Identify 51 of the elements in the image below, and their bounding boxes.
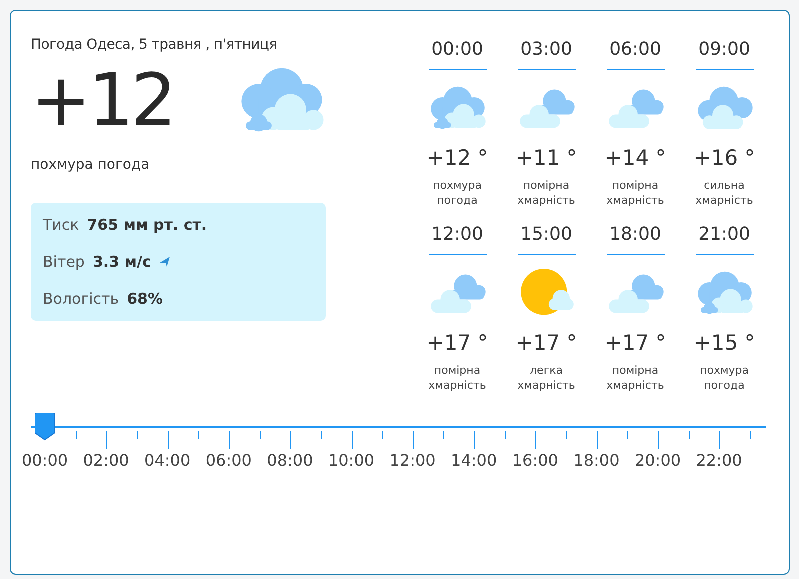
forecast-temperature: +15 ° [694, 331, 756, 355]
time-label: 20:00 [634, 451, 682, 470]
detail-value: 3.3 м/с [92, 252, 152, 273]
forecast-description: легка хмарність [516, 363, 576, 393]
detail-label: Вологість [43, 289, 120, 310]
forecast-description: помірна хмарність [516, 178, 576, 208]
time-label: 16:00 [512, 451, 558, 470]
slider-handle[interactable] [35, 413, 55, 441]
time-label: 10:00 [328, 451, 375, 470]
forecast-time: 00:00 [428, 37, 486, 70]
clouds-icon [696, 84, 754, 132]
time-label: 14:00 [451, 451, 498, 470]
time-label: 18:00 [574, 451, 620, 470]
forecast-description: сильна хмарність [694, 178, 754, 208]
forecast-temperature: +12 ° [426, 146, 488, 170]
forecast-description: помірна хмарність [606, 363, 666, 393]
forecast-time: 21:00 [696, 222, 754, 255]
wind-direction-icon [159, 256, 172, 268]
forecast-temperature: +16 ° [694, 146, 756, 170]
forecast-time: 09:00 [696, 37, 754, 70]
forecast-temperature: +17 ° [604, 331, 666, 355]
time-label: 12:00 [390, 451, 436, 470]
weather-description: похмура погода [31, 157, 151, 173]
detail-label: Тиск [43, 215, 80, 236]
clouds-icon [696, 269, 754, 317]
time-label: 00:00 [22, 451, 68, 470]
forecast-description: помірна хмарність [606, 178, 666, 208]
forecast-temperature: +17 ° [516, 331, 578, 355]
forecast-description: помірна хмарність [428, 363, 488, 393]
time-label: 06:00 [206, 451, 252, 470]
forecast-title: Погода Одеса, 5 травня , п'ятниця [31, 37, 278, 53]
time-label: 08:00 [267, 451, 314, 470]
detail-value: 765 мм рт. ст. [87, 215, 208, 236]
time-slider[interactable] [31, 413, 766, 449]
forecast-time: 12:00 [428, 222, 486, 255]
forecast-description: похмура погода [432, 178, 483, 208]
forecast-temperature: +11 ° [516, 146, 578, 170]
time-label: 02:00 [83, 451, 130, 470]
forecast-time: 03:00 [518, 37, 576, 70]
clouds-icon [428, 84, 486, 132]
current-temperature: +12 [31, 57, 174, 144]
forecast-temperature: +17 ° [426, 331, 488, 355]
time-label: 22:00 [696, 451, 742, 470]
forecast-time: 18:00 [606, 222, 664, 255]
detail-label: Вітер [43, 252, 85, 273]
forecast-time: 15:00 [518, 222, 576, 255]
time-label: 04:00 [144, 451, 191, 470]
forecast-temperature: +14 ° [604, 146, 666, 170]
forecast-description: похмура погода [699, 363, 750, 393]
forecast-time: 06:00 [606, 37, 664, 70]
detail-value: 68% [127, 289, 164, 310]
